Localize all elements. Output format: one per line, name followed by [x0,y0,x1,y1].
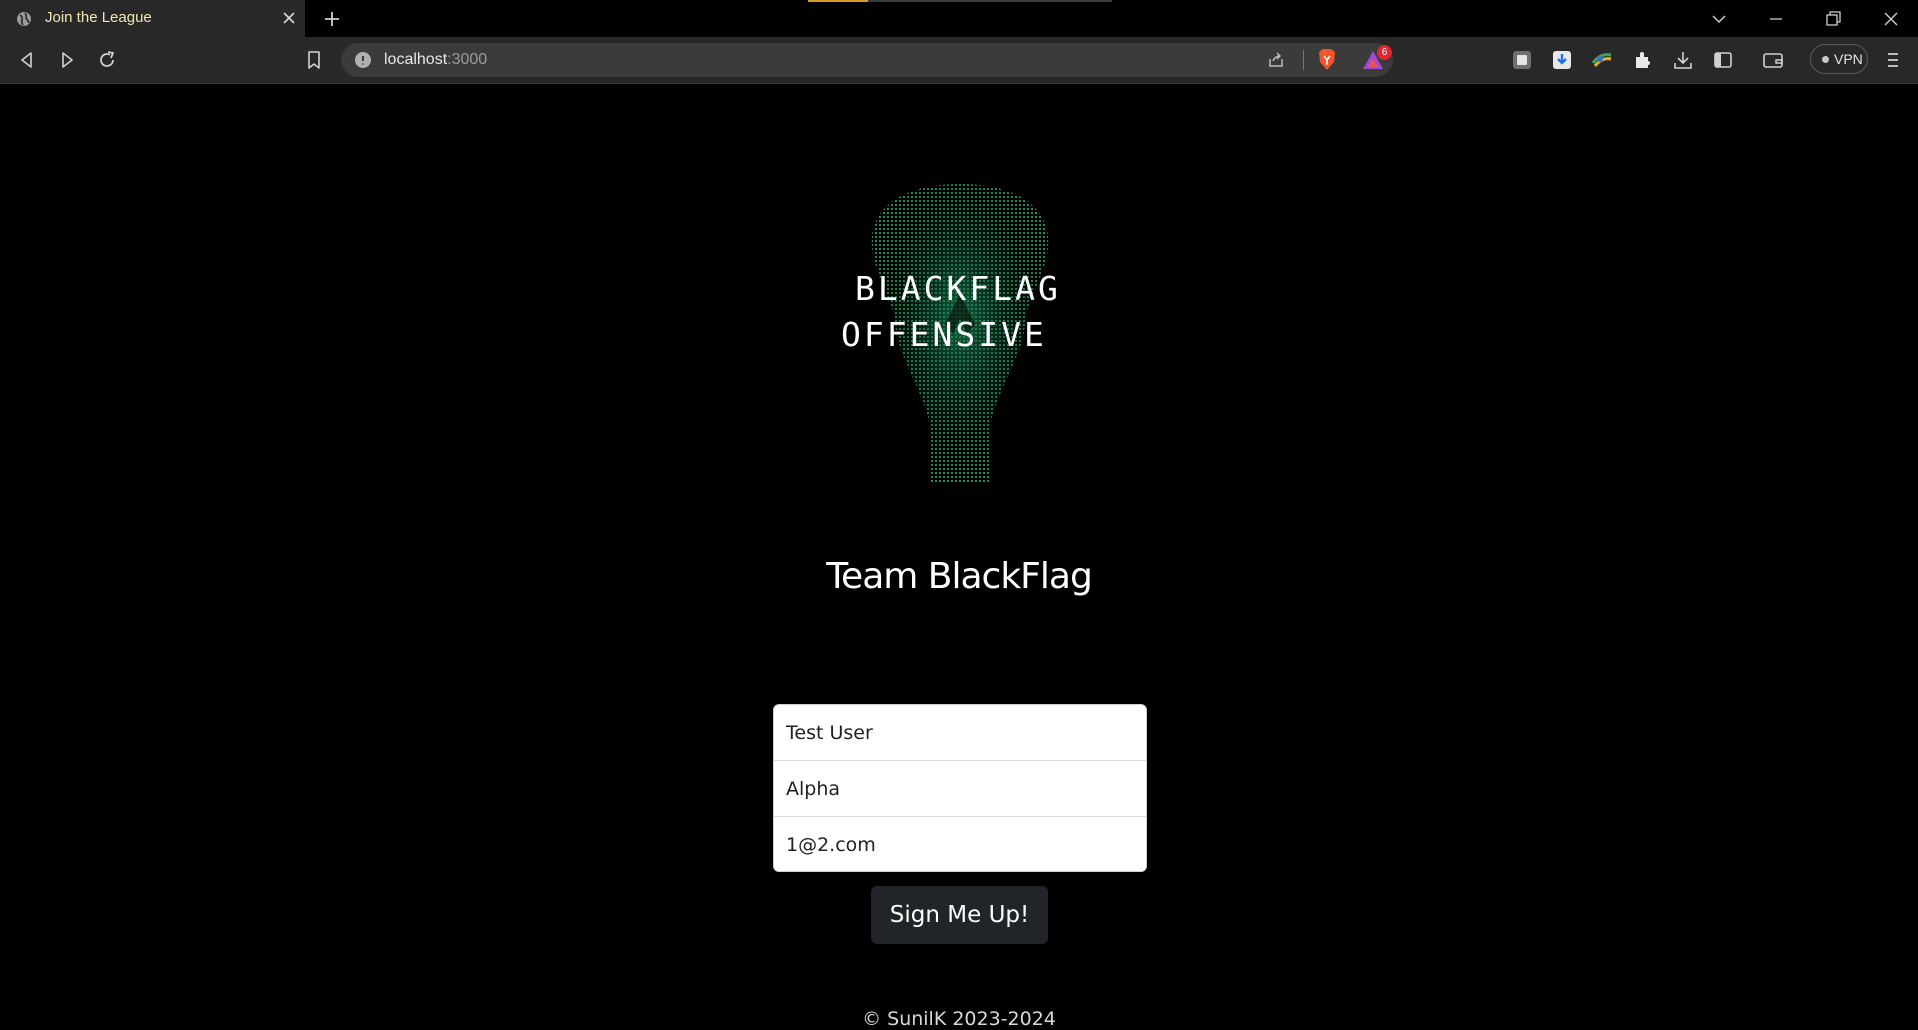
extension-downloader-icon[interactable] [1551,49,1573,71]
blackflag-logo: BLACKFLAG OFFENSIVE [841,184,1061,484]
menu-icon[interactable] [1882,49,1904,71]
vpn-label: VPN [1834,51,1863,67]
vpn-button[interactable]: VPN [1810,44,1868,74]
address-separator [1303,50,1304,70]
page-loading-bar [808,0,1112,2]
back-icon[interactable] [16,49,38,71]
reload-icon[interactable] [96,49,118,71]
address-url: localhost:3000 [384,51,487,69]
restore-icon[interactable] [1822,8,1844,30]
signup-form [773,704,1147,872]
browser-tab[interactable]: Join the League [0,0,305,37]
site-info-icon[interactable] [354,51,372,69]
extension-colorful-icon[interactable] [1591,49,1613,71]
tab-search-chevron-icon[interactable] [1708,8,1730,30]
downloads-icon[interactable] [1672,49,1694,71]
extensions-puzzle-icon[interactable] [1632,49,1654,71]
vpn-status-dot [1822,56,1829,63]
share-icon[interactable] [1267,51,1285,69]
sidebar-icon[interactable] [1712,49,1734,71]
page-content: BLACKFLAG OFFENSIVE Team BlackFlag Sign … [0,84,1918,1030]
email-input[interactable] [774,816,1146,871]
url-port: :3000 [447,51,488,68]
minimize-icon[interactable] [1765,8,1787,30]
rewards-badge: 6 [1377,45,1392,60]
brave-shields-icon[interactable] [1316,48,1338,72]
browser-toolbar: localhost:3000 6 VPN [0,37,1918,84]
url-host: localhost [384,51,448,68]
forward-icon[interactable] [56,49,78,71]
name-input[interactable] [774,705,1146,760]
new-tab-icon[interactable] [322,9,342,29]
globe-icon [17,12,31,26]
address-bar[interactable]: localhost:3000 6 [341,43,1393,77]
bookmark-icon[interactable] [303,49,325,71]
team-input[interactable] [774,760,1146,816]
sign-up-button[interactable]: Sign Me Up! [871,886,1048,944]
extension-screenshot-icon[interactable] [1511,49,1533,71]
logo-line1: BLACKFLAG [855,269,1061,308]
close-window-icon[interactable] [1880,8,1902,30]
wallet-icon[interactable] [1762,49,1784,71]
logo-line2: OFFENSIVE [841,315,1047,354]
page-title: Team BlackFlag [826,556,1093,597]
tab-title: Join the League [45,9,152,26]
close-tab-icon[interactable] [281,10,297,26]
tab-strip: Join the League [0,0,1918,37]
footer-copyright: © SunilK 2023-2024 [862,1008,1056,1030]
